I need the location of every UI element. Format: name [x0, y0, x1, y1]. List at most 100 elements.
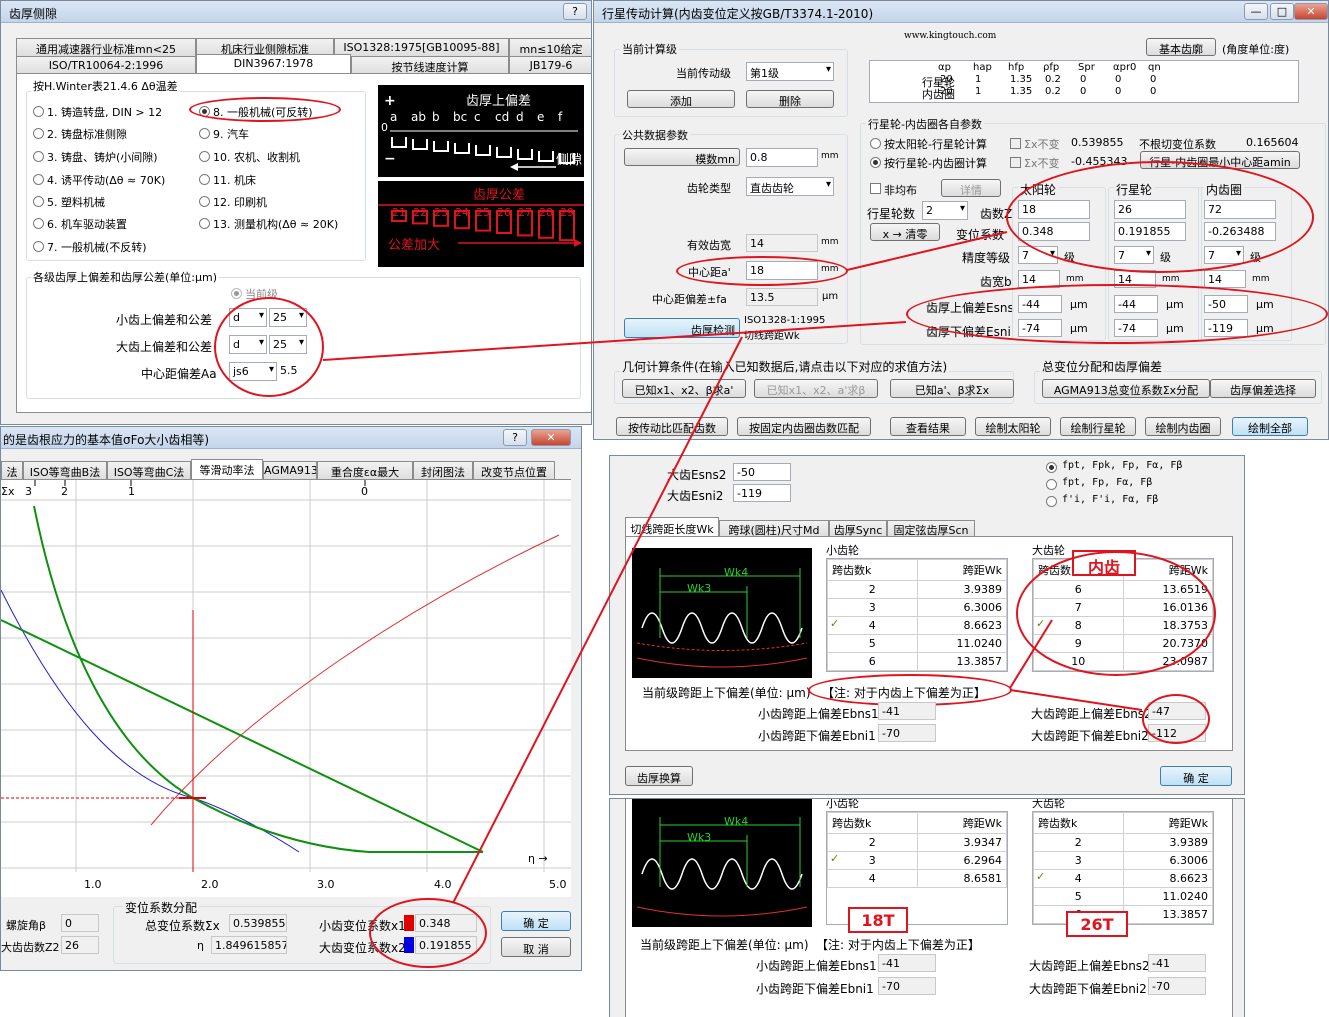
ebns2-label: 大齿跨距上偏差Ebns2: [1029, 959, 1150, 973]
option-11-radio[interactable]: [199, 174, 210, 185]
thickness-check-button[interactable]: 齿厚检测: [624, 318, 740, 338]
wk-k-cell: 4: [827, 869, 918, 888]
table-row[interactable]: 2 3.9389: [1033, 833, 1213, 852]
option-10-radio[interactable]: [199, 151, 210, 162]
basic-profile-button[interactable]: 基本齿廓: [1146, 38, 1216, 56]
table-row[interactable]: ✓ 4 8.6623: [1033, 869, 1213, 888]
width-unit: mm: [1252, 274, 1270, 284]
table-row[interactable]: 4 8.6581: [827, 869, 1007, 888]
table-row[interactable]: 3 6.3006: [1033, 851, 1213, 870]
cancel-button[interactable]: 取 消: [501, 937, 571, 957]
profile-cell: 0: [1150, 74, 1157, 85]
option-9-label: 9. 汽车: [213, 128, 249, 141]
delete-stage-button[interactable]: 删除: [746, 90, 834, 108]
tab-iso1328[interactable]: ISO1328:1975[GB10095-88]: [334, 38, 509, 56]
close-button[interactable]: ✕: [1294, 3, 1328, 20]
planets-select[interactable]: 2: [922, 201, 968, 220]
maximize-button[interactable]: □: [1270, 3, 1294, 20]
option-1-radio[interactable]: [33, 106, 44, 117]
thickness-select-button[interactable]: 齿厚偏差选择: [1210, 379, 1316, 398]
draw-sun-button[interactable]: 绘制太阳轮: [975, 417, 1051, 436]
table-row[interactable]: 3 6.3006: [827, 598, 1007, 617]
option-12-radio[interactable]: [199, 196, 210, 207]
tab-mn10[interactable]: mn≤10给定: [509, 38, 591, 56]
tol-opt1-radio[interactable]: [1046, 462, 1057, 473]
option-10-label: 10. 农机、收割机: [213, 151, 300, 164]
table-row[interactable]: ✓ 3 6.2964: [827, 851, 1007, 870]
option-4-radio[interactable]: [33, 174, 44, 185]
tab-din3967[interactable]: DIN3967:1978: [196, 54, 351, 74]
center-deviation-label: 中心距偏差Aa: [141, 367, 217, 381]
ok-button[interactable]: 确 定: [501, 911, 571, 931]
match-ratio-button[interactable]: 按传动比匹配齿数: [616, 417, 728, 436]
profile-cell: 0.2: [1045, 74, 1061, 85]
calc-a-button[interactable]: 已知x1、x2、β求a': [622, 379, 746, 398]
option-13-radio[interactable]: [199, 218, 210, 229]
view-results-button[interactable]: 查看结果: [890, 417, 966, 436]
tab-contact-ratio[interactable]: 重合度εα最大: [317, 461, 413, 479]
detail-button[interactable]: 详情: [941, 179, 1001, 197]
highlight-oval-option8: [189, 97, 341, 122]
tab-wk[interactable]: 切线跨距长度Wk: [625, 517, 719, 537]
by-ring-radio[interactable]: [870, 157, 881, 168]
option-6-radio[interactable]: [33, 218, 44, 229]
tab-sync[interactable]: 齿厚Sync: [829, 520, 887, 537]
tab-iso-c[interactable]: ISO等弯曲C法: [107, 461, 191, 479]
table-row[interactable]: 5 11.0240: [1033, 887, 1213, 906]
option-2-radio[interactable]: [33, 128, 44, 139]
table-row[interactable]: 5 11.0240: [827, 634, 1007, 653]
table-row[interactable]: ✓ 4 8.6623: [827, 616, 1007, 635]
option-9-radio[interactable]: [199, 128, 210, 139]
by-sun-radio[interactable]: [870, 138, 881, 149]
module-input[interactable]: 0.8: [746, 148, 818, 167]
draw-ring-button[interactable]: 绘制内齿圈: [1145, 417, 1221, 436]
tab-agma913[interactable]: AGMA913: [263, 461, 317, 479]
wk-k-value: 2: [1074, 836, 1082, 849]
close-button[interactable]: ✕: [531, 429, 571, 446]
sx2-checkbox[interactable]: [1010, 157, 1021, 168]
option-3-radio[interactable]: [33, 151, 44, 162]
match-ring-button[interactable]: 按固定内齿圈齿数匹配: [737, 417, 871, 436]
width-input[interactable]: 14: [1204, 270, 1246, 288]
clear-shift-button[interactable]: x → 清零: [870, 223, 940, 241]
stage-select[interactable]: 第1级: [746, 62, 834, 81]
tol-opt3-radio[interactable]: [1046, 496, 1057, 507]
table-row[interactable]: 2 3.9347: [827, 833, 1007, 852]
tab-scn[interactable]: 固定弦齿厚Scn: [887, 520, 975, 537]
tab-reducer-std[interactable]: 通用减速器行业标准mn<25: [16, 38, 196, 56]
calc-beta-button[interactable]: 已知x1、x2、a'求β: [754, 379, 878, 398]
calc-sx-button[interactable]: 已知a'、β求Σx: [890, 379, 1014, 398]
option-5-radio[interactable]: [33, 196, 44, 207]
ok-button[interactable]: 确 定: [1160, 766, 1232, 786]
tol-opt2-radio[interactable]: [1046, 479, 1057, 490]
help-button[interactable]: ?: [563, 3, 587, 20]
add-stage-button[interactable]: 添加: [627, 90, 735, 108]
tab-jb179[interactable]: JB179-6: [509, 56, 591, 74]
draw-planet-button[interactable]: 绘制行星轮: [1060, 417, 1136, 436]
helix-label: 螺旋角β: [6, 919, 47, 932]
table-row[interactable]: 6 13.3857: [827, 652, 1007, 671]
minimize-button[interactable]: —: [1244, 3, 1268, 20]
tab-equal-slide[interactable]: 等滑动率法: [191, 459, 263, 479]
tab-method-0[interactable]: 法: [1, 461, 23, 479]
tab-closed-graph[interactable]: 封闭图法: [413, 461, 473, 479]
check-icon: ✓: [1036, 870, 1046, 883]
thickness-convert-button[interactable]: 齿厚换算: [625, 766, 693, 786]
esns2-input[interactable]: -50: [733, 463, 791, 481]
tab-iso-tr[interactable]: ISO/TR10064-2:1996: [16, 56, 196, 74]
esni2-input[interactable]: -119: [733, 484, 791, 502]
help-button[interactable]: ?: [503, 429, 527, 446]
draw-all-button[interactable]: 绘制全部: [1232, 417, 1308, 436]
nonuniform-checkbox[interactable]: [870, 183, 881, 194]
table-row[interactable]: 2 3.9389: [827, 580, 1007, 599]
tab-md[interactable]: 跨球(圆柱)尺寸Md: [719, 520, 829, 537]
gear-type-select[interactable]: 直齿齿轮: [746, 177, 834, 196]
sx1-checkbox[interactable]: [1010, 138, 1021, 149]
tab-iso-b[interactable]: ISO等弯曲B法: [23, 461, 107, 479]
agma-button[interactable]: AGMA913总变位系数Σx分配: [1042, 379, 1210, 398]
wk-w-cell: 3.9389: [916, 580, 1007, 599]
tab-change-node[interactable]: 改变节点位置: [473, 461, 555, 479]
option-7-radio[interactable]: [33, 241, 44, 252]
module-button[interactable]: 模数mn: [624, 148, 740, 166]
tab-pitch-speed[interactable]: 按节线速度计算: [351, 56, 509, 74]
